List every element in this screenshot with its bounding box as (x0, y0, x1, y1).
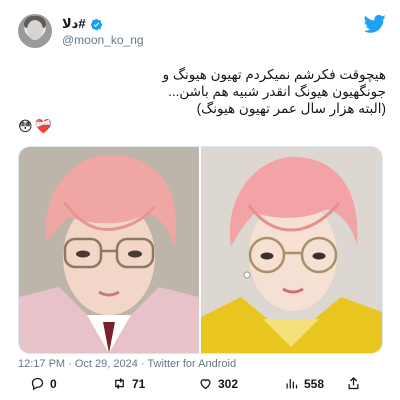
tweet-text-line: جونگهیون هیونگ انقدر شبیه هم باشن... (168, 84, 386, 99)
reply-icon (31, 377, 44, 391)
like-button[interactable]: 302 (198, 376, 238, 391)
tweet-source[interactable]: Twitter for Android (147, 358, 236, 370)
views-count: 558 (304, 376, 325, 391)
retweet-button[interactable]: 71 (112, 376, 145, 391)
tweet-timestamp[interactable]: 12:17 PM · Oct 29, 2024 · (18, 358, 147, 370)
reply-button[interactable]: 0 (30, 376, 57, 391)
tweet-text: هیچوقت فکرشم نمیکردم تهیون هیونگ و جونگه… (14, 66, 386, 117)
author-handle[interactable]: @moon_ko_ng (62, 33, 144, 47)
avatar-face (27, 20, 43, 40)
views-icon (286, 379, 298, 389)
media-photo-right[interactable] (201, 147, 382, 353)
tweet-card: دلا# @moon_ko_ng هیچوقت فکرشم نمیکردم ته… (0, 0, 400, 400)
tweet-text-line: (البته هزار سال عمر تهیون هیونگ) (196, 101, 386, 116)
avatar[interactable] (18, 14, 52, 48)
verified-icon (90, 18, 102, 30)
emoji-row: 😳 ❤️‍🩹 (18, 118, 52, 134)
retweet-count: 71 (132, 376, 146, 391)
views-button[interactable]: 558 (284, 376, 324, 391)
mending-heart-emoji: ❤️‍🩹 (34, 118, 53, 134)
portrait-illustration-right (201, 147, 382, 353)
tweet-header: دلا# @moon_ko_ng (18, 14, 386, 54)
reply-count: 0 (50, 376, 57, 391)
retweet-icon (115, 378, 124, 389)
like-icon (200, 379, 211, 390)
twitter-bird-icon (364, 14, 386, 33)
tweet-media[interactable] (18, 146, 383, 354)
like-count: 302 (218, 376, 239, 391)
author-name-row[interactable]: دلا# (62, 16, 103, 32)
share-button[interactable] (346, 376, 361, 391)
share-icon (348, 376, 359, 390)
display-name[interactable]: دلا# (62, 16, 86, 32)
flushed-face-emoji: 😳 (18, 118, 33, 134)
tweet-text-line: هیچوقت فکرشم نمیکردم تهیون هیونگ و (162, 67, 386, 82)
portrait-illustration-left (19, 147, 199, 353)
tweet-meta: 12:17 PM · Oct 29, 2024 · Twitter for An… (18, 358, 236, 370)
tweet-actions: 0 71 302 558 (30, 376, 370, 396)
media-photo-left[interactable] (19, 147, 199, 353)
